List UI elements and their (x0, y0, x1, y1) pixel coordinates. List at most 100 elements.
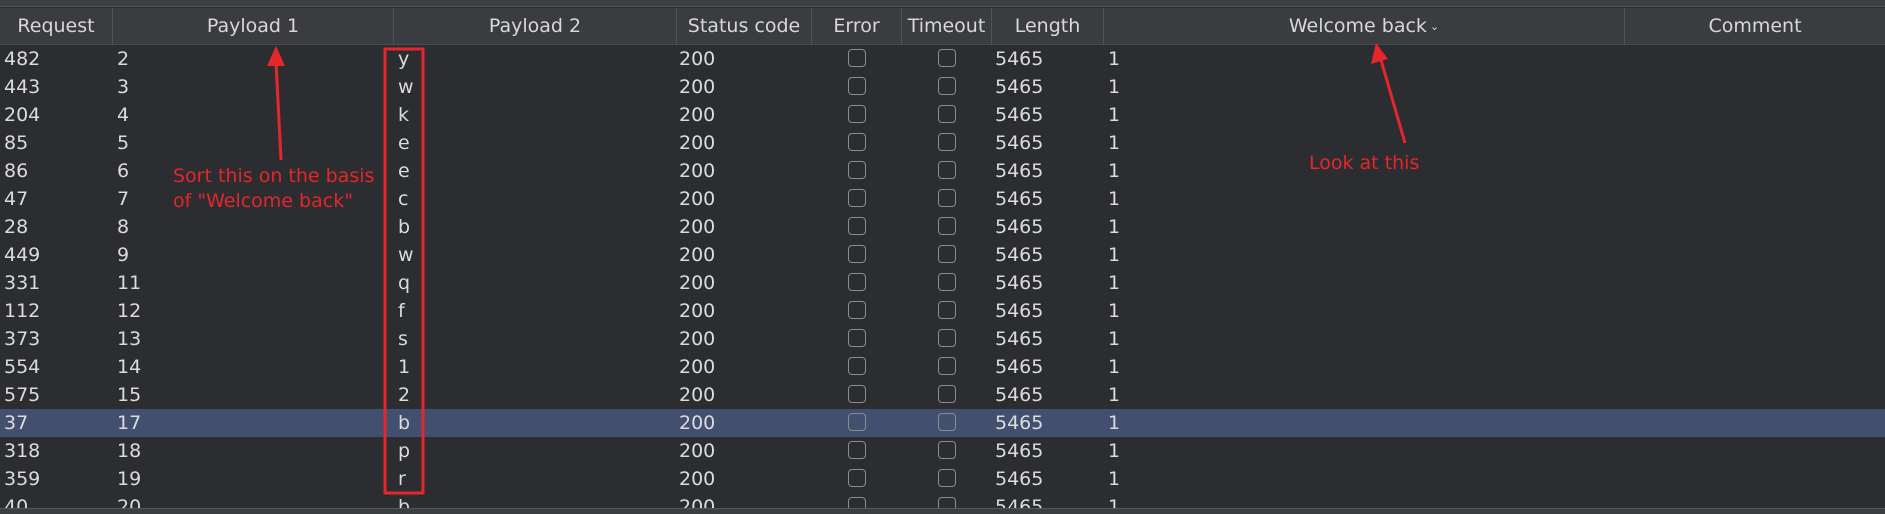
timeout-checkbox[interactable] (938, 245, 956, 263)
cell-welcome: 1 (1108, 160, 1121, 182)
column-header-welcome-back[interactable]: Welcome back ⌄ (1104, 8, 1625, 44)
table-row[interactable]: 28 8 b 200 5465 1 (0, 213, 1885, 241)
table-row[interactable]: 359 19 r 200 5465 1 (0, 465, 1885, 493)
table-row[interactable]: 318 18 p 200 5465 1 (0, 437, 1885, 465)
cell-length: 5465 (995, 440, 1044, 462)
cell-payload2: r (398, 468, 406, 490)
cell-payload1: 15 (117, 384, 142, 406)
cell-status: 200 (679, 132, 716, 154)
error-checkbox[interactable] (848, 189, 866, 207)
timeout-checkbox[interactable] (938, 441, 956, 459)
cell-payload2: 1 (398, 356, 411, 378)
timeout-checkbox[interactable] (938, 273, 956, 291)
error-checkbox[interactable] (848, 301, 866, 319)
cell-status: 200 (679, 300, 716, 322)
column-header-label: Length (1014, 15, 1081, 37)
timeout-checkbox[interactable] (938, 189, 956, 207)
cell-payload1: 17 (117, 412, 142, 434)
error-checkbox[interactable] (848, 441, 866, 459)
timeout-checkbox[interactable] (938, 329, 956, 347)
cell-length: 5465 (995, 328, 1044, 350)
cell-payload2: w (398, 76, 414, 98)
cell-welcome: 1 (1108, 412, 1121, 434)
table-row[interactable]: 112 12 f 200 5465 1 (0, 297, 1885, 325)
table-row[interactable]: 575 15 2 200 5465 1 (0, 381, 1885, 409)
results-table-header: Request Payload 1 Payload 2 Status code … (0, 8, 1885, 45)
error-checkbox[interactable] (848, 217, 866, 235)
timeout-checkbox[interactable] (938, 77, 956, 95)
table-row[interactable]: 443 3 w 200 5465 1 (0, 73, 1885, 101)
cell-status: 200 (679, 104, 716, 126)
column-header-request[interactable]: Request (0, 8, 113, 44)
error-checkbox[interactable] (848, 245, 866, 263)
cell-payload2: y (398, 48, 410, 70)
cell-request: 575 (4, 384, 41, 406)
error-checkbox[interactable] (848, 469, 866, 487)
timeout-checkbox[interactable] (938, 385, 956, 403)
error-checkbox[interactable] (848, 385, 866, 403)
table-row[interactable]: 204 4 k 200 5465 1 (0, 101, 1885, 129)
timeout-checkbox[interactable] (938, 413, 956, 431)
table-row[interactable]: 85 5 e 200 5465 1 (0, 129, 1885, 157)
cell-length: 5465 (995, 412, 1044, 434)
timeout-checkbox[interactable] (938, 301, 956, 319)
cell-status: 200 (679, 356, 716, 378)
timeout-checkbox[interactable] (938, 217, 956, 235)
cell-payload1: 8 (117, 216, 130, 238)
column-header-payload2[interactable]: Payload 2 (394, 8, 677, 44)
table-row[interactable]: 482 2 y 200 5465 1 (0, 45, 1885, 73)
cell-payload2: s (398, 328, 408, 350)
column-header-comment[interactable]: Comment (1625, 8, 1885, 44)
cell-status: 200 (679, 160, 716, 182)
error-checkbox[interactable] (848, 133, 866, 151)
look-note: Look at this (1309, 152, 1420, 174)
timeout-checkbox[interactable] (938, 469, 956, 487)
timeout-checkbox[interactable] (938, 161, 956, 179)
timeout-checkbox[interactable] (938, 357, 956, 375)
error-checkbox[interactable] (848, 105, 866, 123)
sort-note-line2: of "Welcome back" (173, 190, 353, 212)
cell-status: 200 (679, 188, 716, 210)
error-checkbox[interactable] (848, 413, 866, 431)
table-row[interactable]: 449 9 w 200 5465 1 (0, 241, 1885, 269)
table-row[interactable]: 373 13 s 200 5465 1 (0, 325, 1885, 353)
column-header-length[interactable]: Length (992, 8, 1104, 44)
cell-welcome: 1 (1108, 216, 1121, 238)
cell-payload2: p (398, 440, 411, 462)
error-checkbox[interactable] (848, 273, 866, 291)
table-row[interactable]: 554 14 1 200 5465 1 (0, 353, 1885, 381)
cell-request: 318 (4, 440, 41, 462)
timeout-checkbox[interactable] (938, 497, 956, 508)
timeout-checkbox[interactable] (938, 49, 956, 67)
error-checkbox[interactable] (848, 329, 866, 347)
cell-payload2: b (398, 412, 411, 434)
results-table-body: 482 2 y 200 5465 1 443 3 w 200 5465 1 204 4 k 200 5465 1 8… (0, 45, 1885, 508)
cell-request: 85 (4, 132, 29, 154)
cell-payload1: 18 (117, 440, 142, 462)
cell-welcome: 1 (1108, 468, 1121, 490)
column-header-payload1[interactable]: Payload 1 (113, 8, 394, 44)
column-header-status-code[interactable]: Status code (677, 8, 812, 44)
table-row[interactable]: 37 17 b 200 5465 1 (0, 409, 1885, 437)
timeout-checkbox[interactable] (938, 133, 956, 151)
error-checkbox[interactable] (848, 77, 866, 95)
column-header-timeout[interactable]: Timeout (902, 8, 992, 44)
table-row[interactable]: 40 20 b 200 5465 1 (0, 493, 1885, 508)
column-header-error[interactable]: Error (812, 8, 902, 44)
column-header-label: Status code (687, 15, 801, 37)
error-checkbox[interactable] (848, 161, 866, 179)
cell-request: 112 (4, 300, 41, 322)
error-checkbox[interactable] (848, 49, 866, 67)
cell-length: 5465 (995, 48, 1044, 70)
scrollbar-track[interactable] (0, 508, 1885, 514)
table-row[interactable]: 331 11 q 200 5465 1 (0, 269, 1885, 297)
cell-welcome: 1 (1108, 328, 1121, 350)
cell-request: 449 (4, 244, 41, 266)
error-checkbox[interactable] (848, 357, 866, 375)
cell-status: 200 (679, 384, 716, 406)
error-checkbox[interactable] (848, 497, 866, 508)
cell-welcome: 1 (1108, 132, 1121, 154)
timeout-checkbox[interactable] (938, 105, 956, 123)
cell-length: 5465 (995, 132, 1044, 154)
cell-status: 200 (679, 328, 716, 350)
